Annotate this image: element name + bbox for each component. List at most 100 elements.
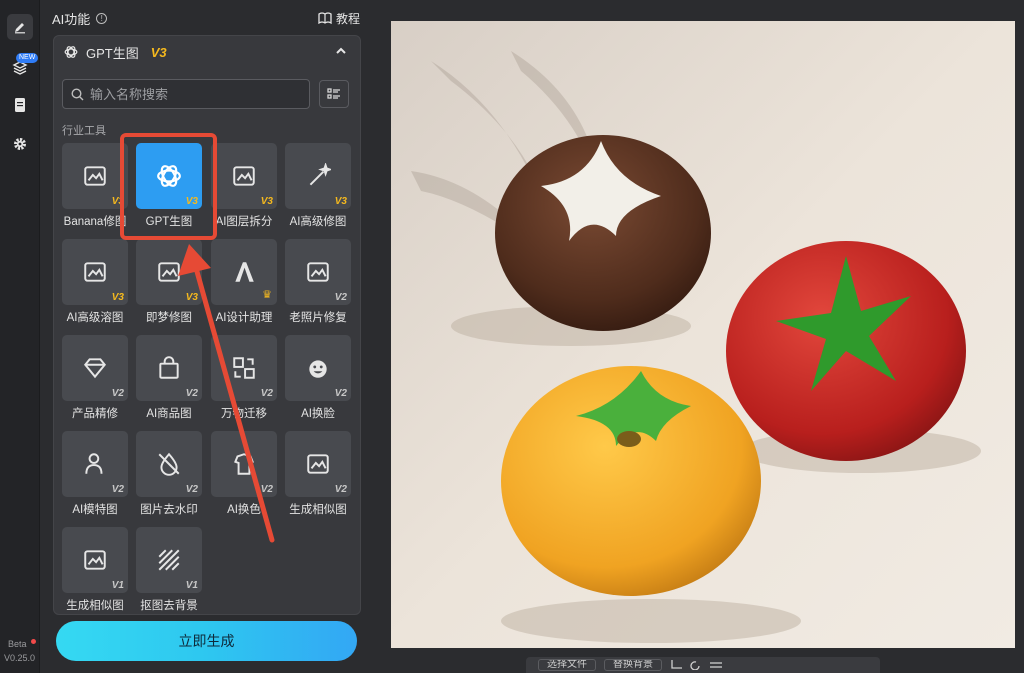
generate-button[interactable]: 立即生成	[56, 621, 357, 661]
tutorial-link[interactable]: 教程	[318, 10, 360, 27]
list-view-button[interactable]	[319, 80, 349, 108]
tool-tile-label: 图片去水印	[140, 504, 198, 516]
highlight-box	[120, 133, 217, 240]
shopping-bag-icon	[159, 356, 179, 379]
crop-icon[interactable]	[670, 660, 682, 670]
tile-version: V1	[111, 580, 124, 591]
tool-tile-label: 抠图去背景	[140, 600, 198, 612]
tool-name: GPT生图	[86, 45, 139, 61]
version-label: V0.25.0	[4, 653, 36, 663]
remove-watermark-icon	[158, 452, 180, 476]
photo-repair-icon	[307, 262, 329, 282]
similar-image-icon	[84, 550, 106, 570]
list-icon	[327, 88, 340, 99]
info-icon[interactable]: !	[96, 12, 108, 24]
left-rail: NEW Beta V0.25.0	[0, 0, 40, 673]
search-icon	[71, 87, 84, 100]
product-photo[interactable]	[391, 21, 1015, 648]
replace-background-button[interactable]: 替换背景	[604, 659, 662, 671]
panel-title: AI功能 !	[52, 9, 108, 28]
tile-version: V3	[111, 292, 124, 303]
beta-dot	[31, 639, 36, 644]
magic-wand-icon	[309, 163, 331, 186]
tool-tile-label: 生成相似图	[66, 600, 124, 612]
tool-tile-label: 老照片修复	[289, 312, 347, 324]
plush-vegetables-image	[391, 21, 1015, 648]
tool-tile-label: AI高级溶图	[66, 312, 124, 324]
layer-split-icon	[233, 166, 255, 186]
tile-version: V2	[334, 292, 347, 303]
tool-tile[interactable]: V3	[285, 143, 351, 209]
tool-tile-label: AI换脸	[301, 408, 335, 420]
gear-icon	[14, 138, 26, 150]
tool-tile[interactable]: V2	[62, 335, 128, 401]
tool-tile-label: 即梦修图	[146, 312, 192, 324]
tile-version: V2	[334, 484, 347, 495]
tool-tile[interactable]: V3	[62, 239, 128, 305]
tool-tile-label: 生成相似图	[289, 504, 347, 516]
section-label: 行业工具	[62, 125, 106, 137]
design-assistant-icon	[235, 262, 254, 282]
book-icon	[318, 12, 332, 24]
tool-tile[interactable]: V3	[62, 143, 128, 209]
tool-tile[interactable]: V2	[211, 431, 277, 497]
panel-header: AI功能 ! 教程	[52, 9, 360, 28]
tool-tile-label: AI模特图	[72, 504, 118, 516]
app-window: NEW Beta V0.25.0 AI功能 ! 教程 GPT生图 V3 输入名称…	[0, 0, 1024, 673]
tile-version: V3	[334, 196, 347, 207]
tool-tile[interactable]: V2	[285, 431, 351, 497]
tool-tile[interactable]: V2	[211, 335, 277, 401]
pencil-icon	[15, 23, 25, 34]
tool-tile[interactable]: ♛	[211, 239, 277, 305]
tool-tile[interactable]: V2	[62, 431, 128, 497]
tile-version: V2	[111, 388, 124, 399]
search-box[interactable]	[62, 79, 310, 109]
search-input[interactable]	[90, 86, 290, 102]
tool-tile-label: 万物迁移	[221, 408, 267, 420]
tile-version: V2	[260, 388, 273, 399]
tool-tile[interactable]: V3	[211, 143, 277, 209]
edit-tool-button[interactable]	[7, 14, 33, 40]
tool-tile-label: AI换色	[227, 504, 261, 516]
tile-version: V2	[185, 484, 198, 495]
tool-tile[interactable]: V2	[136, 431, 202, 497]
remove-background-icon	[158, 549, 180, 571]
tool-card-header[interactable]: GPT生图 V3	[54, 36, 360, 68]
select-file-button[interactable]: 选择文件	[538, 659, 596, 671]
image-blend-icon	[84, 262, 106, 282]
tool-tile-label: AI高级修图	[289, 216, 347, 228]
adjust-icon[interactable]	[710, 660, 722, 670]
rotate-icon[interactable]	[690, 660, 702, 670]
canvas-toolbar: 选择文件 替换背景	[526, 657, 880, 673]
tool-tile-label: 产品精修	[72, 408, 118, 420]
tool-tile[interactable]: V2	[285, 335, 351, 401]
similar-image-icon	[307, 454, 329, 474]
tutorial-text: 教程	[335, 11, 360, 26]
tool-tile[interactable]: V1	[136, 527, 202, 593]
tool-tile[interactable]: V1	[62, 527, 128, 593]
tool-tile[interactable]: V2	[285, 239, 351, 305]
model-icon	[85, 453, 103, 474]
face-swap-icon	[309, 360, 327, 378]
tool-tile[interactable]: V3	[136, 239, 202, 305]
tile-version: V3	[260, 196, 273, 207]
gpt-logo-icon	[64, 46, 78, 58]
document-icon	[15, 98, 25, 112]
image-edit-icon	[84, 166, 106, 186]
tile-version: V1	[185, 580, 198, 591]
tool-tile-label: AI商品图	[146, 408, 192, 420]
settings-button[interactable]	[7, 131, 33, 157]
chevron-up-icon[interactable]	[334, 44, 348, 58]
tool-version: V3	[150, 44, 167, 60]
tile-version: V2	[334, 388, 347, 399]
document-button[interactable]	[7, 92, 33, 118]
tile-version: V2	[111, 484, 124, 495]
canvas-area	[390, 0, 1024, 673]
tile-version: V3	[185, 292, 198, 303]
recolor-icon	[234, 453, 254, 475]
tool-tile[interactable]: V2	[136, 335, 202, 401]
dream-edit-icon	[158, 262, 180, 282]
beta-label: Beta	[8, 639, 27, 649]
tile-version: V2	[185, 388, 198, 399]
panel-title-text: AI功能	[52, 11, 91, 27]
